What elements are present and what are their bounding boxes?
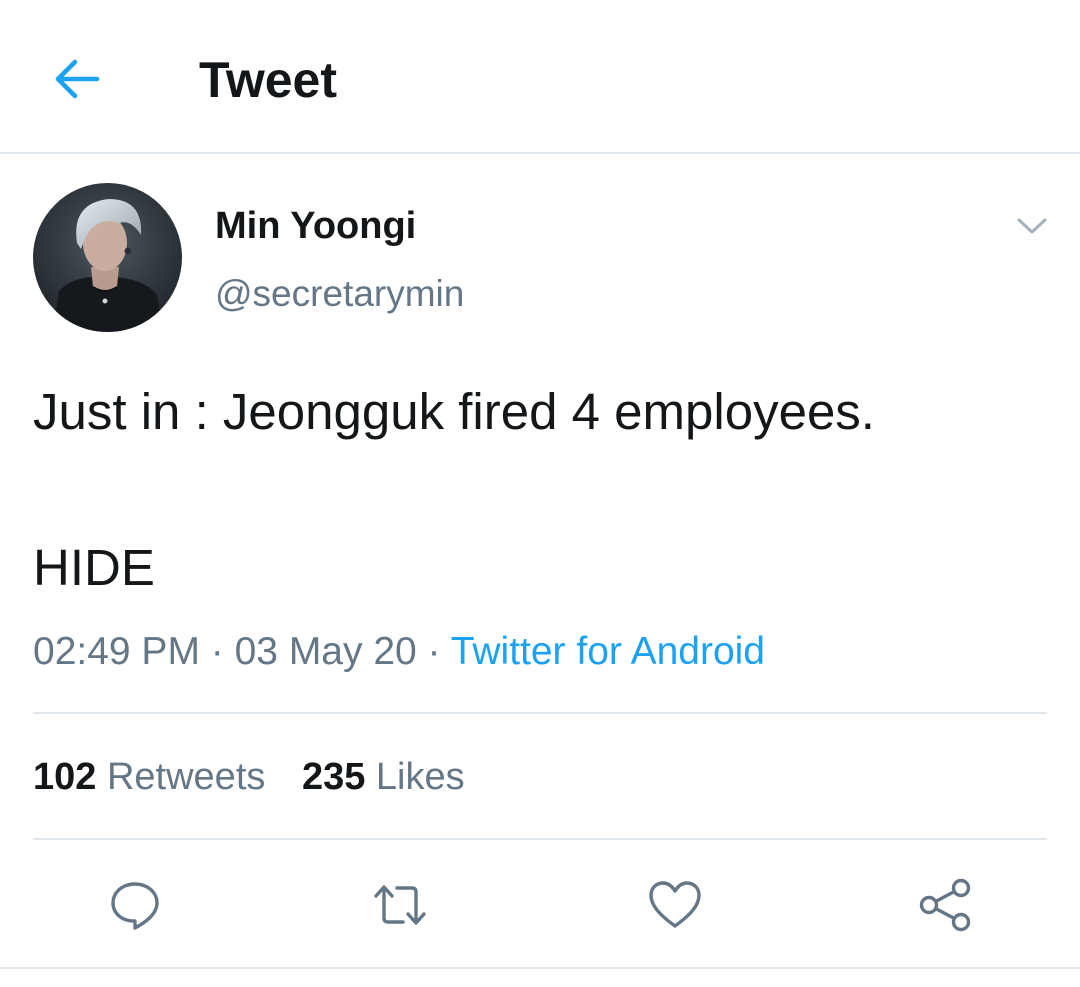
retweets-stat[interactable]: 102 Retweets <box>33 753 265 801</box>
arrow-left-icon <box>55 59 100 99</box>
share-icon <box>919 878 971 932</box>
tweet-source-link[interactable]: Twitter for Android <box>451 630 765 673</box>
author-display-name[interactable]: Min Yoongi <box>215 203 416 249</box>
reply-icon <box>111 882 159 930</box>
likes-label: Likes <box>375 756 465 798</box>
retweets-label: Retweets <box>106 756 266 798</box>
chevron-down-icon <box>1017 218 1047 234</box>
retweets-count: 102 <box>33 756 97 798</box>
meta-separator: · <box>416 630 451 673</box>
tweet-menu-button[interactable] <box>1010 206 1054 246</box>
meta-separator: · <box>199 630 235 673</box>
heart-icon <box>649 881 701 928</box>
likes-count: 235 <box>301 756 366 798</box>
divider <box>33 712 1047 714</box>
divider <box>0 967 1080 969</box>
back-button[interactable] <box>48 50 106 108</box>
tweet-metadata: 02:49 PM · 03 May 20 · Twitter for Andro… <box>33 627 765 677</box>
avatar[interactable] <box>33 183 182 332</box>
tweet-text-second-line: HIDE <box>33 539 155 596</box>
tweet-text: Just in : Jeongguk fired 4 employees. <box>33 383 875 440</box>
page-title: Tweet <box>199 52 337 108</box>
tweet-time: 02:49 PM <box>33 630 200 673</box>
tweet-stats: 102 Retweets 235 Likes <box>33 753 465 801</box>
tweet-date: 03 May 20 <box>234 630 417 673</box>
top-bar: Tweet <box>0 0 1080 154</box>
retweet-button[interactable] <box>370 875 430 935</box>
likes-stat[interactable]: 235 Likes <box>302 753 465 801</box>
author-handle[interactable]: @secretarymin <box>215 271 464 317</box>
reply-button[interactable] <box>105 875 165 935</box>
retweet-icon <box>374 885 426 925</box>
share-button[interactable] <box>915 875 975 935</box>
tweet-actions-bar <box>0 840 1080 968</box>
like-button[interactable] <box>645 875 705 935</box>
